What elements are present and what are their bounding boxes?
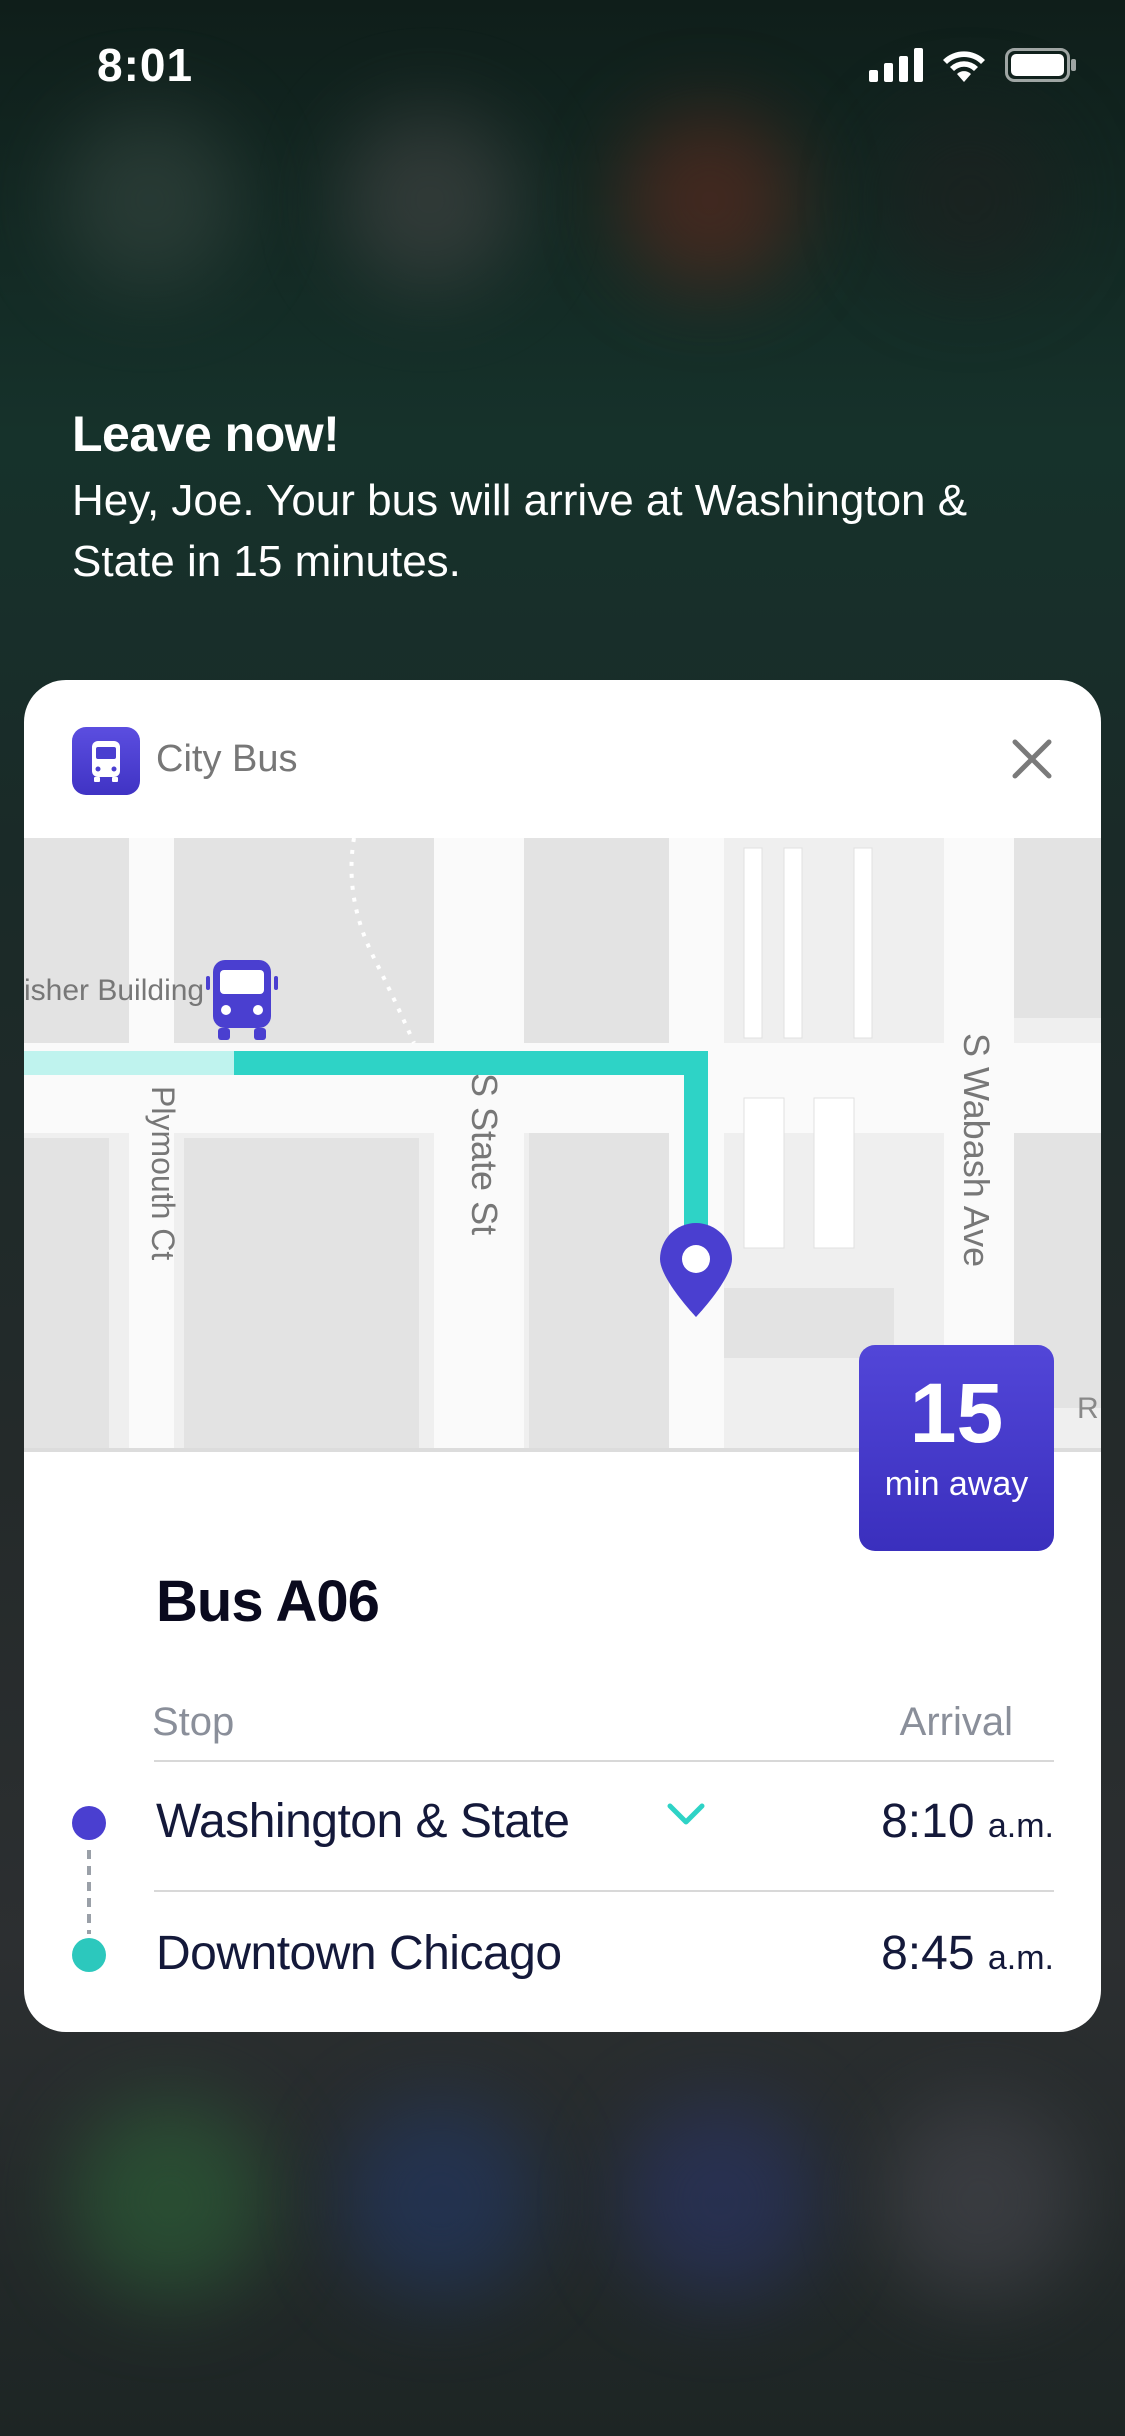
map-label-building: isher Building xyxy=(24,974,204,1007)
close-icon[interactable] xyxy=(1005,732,1059,786)
route-connector xyxy=(87,1850,91,1934)
wifi-icon xyxy=(943,51,985,82)
app-name: City Bus xyxy=(156,738,298,780)
row-divider xyxy=(154,1890,1054,1892)
arrival-time-destination: 8:45 a.m. xyxy=(881,1927,1054,1980)
chevron-down-icon[interactable] xyxy=(664,1800,708,1828)
map-label-plymouth: Plymouth Ct xyxy=(145,1086,181,1260)
stop-name-destination: Downtown Chicago xyxy=(156,1927,562,1980)
bus-app-icon xyxy=(72,727,140,795)
eta-value: 15 xyxy=(909,1366,1004,1460)
bus-title: Bus A06 xyxy=(156,1569,380,1634)
stop-dot-origin xyxy=(72,1806,106,1840)
status-bar: 8:01 xyxy=(0,0,1125,135)
stop-column-header: Stop xyxy=(152,1700,235,1744)
notification-title: Leave now! xyxy=(72,406,340,462)
arrival-time-origin: 8:10 a.m. xyxy=(881,1795,1054,1848)
eta-badge: 15 min away xyxy=(859,1345,1054,1551)
notification-card[interactable]: City Bus isher Building Plymouth Ct S St… xyxy=(24,680,1101,2032)
arrival-column-header: Arrival xyxy=(899,1700,1013,1744)
bus-marker-icon xyxy=(206,960,278,1040)
stop-dot-destination xyxy=(72,1938,106,1972)
map-label-edge: R xyxy=(1077,1392,1099,1425)
notification-body: Hey, Joe. Your bus will arrive at Washin… xyxy=(72,476,968,586)
signal-icon xyxy=(869,48,923,82)
battery-icon xyxy=(1005,48,1076,82)
eta-unit: min away xyxy=(884,1465,1029,1503)
header-divider xyxy=(154,1760,1054,1762)
map-label-wabash: S Wabash Ave xyxy=(956,1033,997,1267)
card-header: City Bus xyxy=(24,680,1101,840)
map-label-state: S State St xyxy=(464,1073,505,1235)
status-time: 8:01 xyxy=(97,39,194,91)
location-pin-icon xyxy=(660,1223,732,1317)
stop-name-origin: Washington & State xyxy=(156,1795,570,1848)
